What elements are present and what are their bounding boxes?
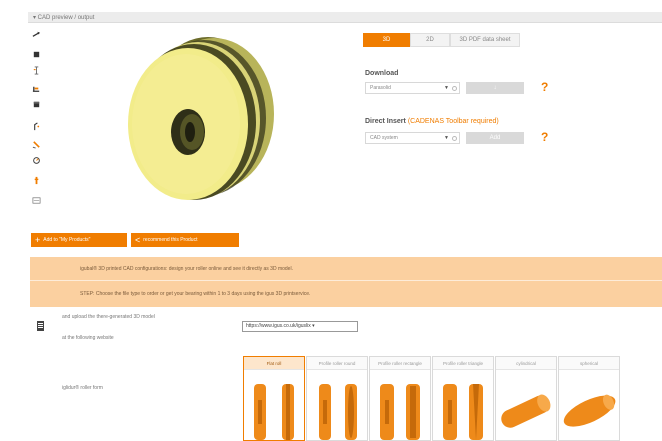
tab-3d-pdf[interactable]: 3D PDF data sheet — [450, 33, 520, 47]
website-select[interactable]: https://www.igus.co.uk/iguslix ▾ — [242, 321, 358, 332]
roller-form-options: Flat roll Profile roller round Profile r… — [243, 356, 621, 441]
spherical-image — [563, 394, 616, 427]
profile-round-image — [319, 384, 357, 440]
roller-option-profile-rectangle[interactable]: Profile roller rectangle — [369, 356, 431, 441]
roller-option-label: spherical — [559, 357, 619, 370]
direct-insert-hint: (CADENAS Toolbar required) — [407, 118, 499, 125]
info-divider — [30, 280, 662, 281]
cylindrical-image — [501, 394, 551, 428]
panel-title: ▾ CAD preview / output — [33, 15, 95, 21]
refresh-icon[interactable] — [30, 154, 42, 166]
roller-form-label: iglidur® roller form — [62, 385, 103, 391]
cad-3d-viewer[interactable] — [100, 28, 310, 218]
roller-option-label: cylindrical — [496, 357, 556, 370]
edit-icon[interactable] — [30, 120, 42, 132]
direct-insert-help-icon[interactable]: ? — [541, 130, 548, 144]
roller-3d-model — [128, 37, 274, 200]
roller-option-cylindrical[interactable]: cylindrical — [495, 356, 557, 441]
dimension-icon[interactable] — [30, 64, 42, 76]
recommend-product-label: recommend this Product — [143, 237, 198, 243]
info-band: igubal® 3D printed CAD configurations: d… — [30, 257, 662, 307]
chevron-down-icon: ▼ — [444, 135, 449, 141]
roller-option-profile-round[interactable]: Profile roller round — [306, 356, 368, 441]
download-button[interactable]: ↓ — [466, 82, 524, 94]
panel-header[interactable]: ▾ CAD preview / output — [28, 12, 662, 23]
document-icon — [37, 321, 44, 331]
chevron-down-icon: ▼ — [444, 85, 449, 91]
upload-text-1: and upload the there-generated 3D model — [62, 314, 155, 320]
download-format-value: Parasolid — [370, 85, 391, 91]
tab-3d[interactable]: 3D — [363, 33, 410, 47]
direct-insert-label: Direct Insert (CADENAS Toolbar required) — [365, 118, 499, 125]
add-to-my-products-label: Add to "My Products" — [43, 237, 91, 243]
share-icon: < — [135, 234, 141, 245]
pencil-icon[interactable] — [30, 138, 42, 150]
zoom-fit-icon[interactable] — [30, 194, 42, 206]
cube-icon[interactable] — [30, 48, 42, 60]
roller-option-label: Flat roll — [244, 357, 304, 370]
measure-icon[interactable] — [30, 82, 42, 94]
plus-icon: + — [35, 234, 41, 245]
tab-2d[interactable]: 2D — [410, 33, 450, 47]
upload-text-2: at the following website — [62, 335, 114, 341]
download-format-select[interactable]: Parasolid ▼ — [365, 82, 460, 94]
download-label: Download — [365, 70, 399, 77]
radio-icon[interactable] — [452, 86, 457, 91]
cad-system-value: CAD system — [370, 135, 398, 141]
cad-system-select[interactable]: CAD system ▼ — [365, 132, 460, 144]
profile-triangle-image — [443, 384, 483, 440]
roller-option-label: Profile roller round — [307, 357, 367, 370]
roller-option-label: Profile roller triangle — [433, 357, 493, 370]
roller-option-profile-triangle[interactable]: Profile roller triangle — [432, 356, 494, 441]
roller-option-spherical[interactable]: spherical — [558, 356, 620, 441]
roller-option-label: Profile roller rectangle — [370, 357, 430, 370]
view-tabs: 3D 2D 3D PDF data sheet — [363, 33, 520, 47]
info-icon[interactable] — [30, 174, 42, 186]
flat-roll-image — [254, 384, 294, 440]
cube-solid-icon[interactable] — [30, 98, 42, 110]
download-help-icon[interactable]: ? — [541, 80, 548, 94]
profile-rectangle-image — [380, 384, 420, 440]
rotate-icon[interactable] — [30, 28, 42, 40]
info-line-2: STEP: Choose the file type to order or g… — [80, 291, 311, 297]
direct-insert-title: Direct Insert — [365, 118, 406, 125]
radio-icon[interactable] — [452, 136, 457, 141]
info-line-1: igubal® 3D printed CAD configurations: d… — [80, 266, 293, 272]
add-to-my-products-button[interactable]: + Add to "My Products" — [31, 233, 127, 247]
roller-option-flat-roll[interactable]: Flat roll — [243, 356, 305, 441]
recommend-product-button[interactable]: < recommend this Product — [131, 233, 239, 247]
direct-insert-add-button[interactable]: Add — [466, 132, 524, 144]
